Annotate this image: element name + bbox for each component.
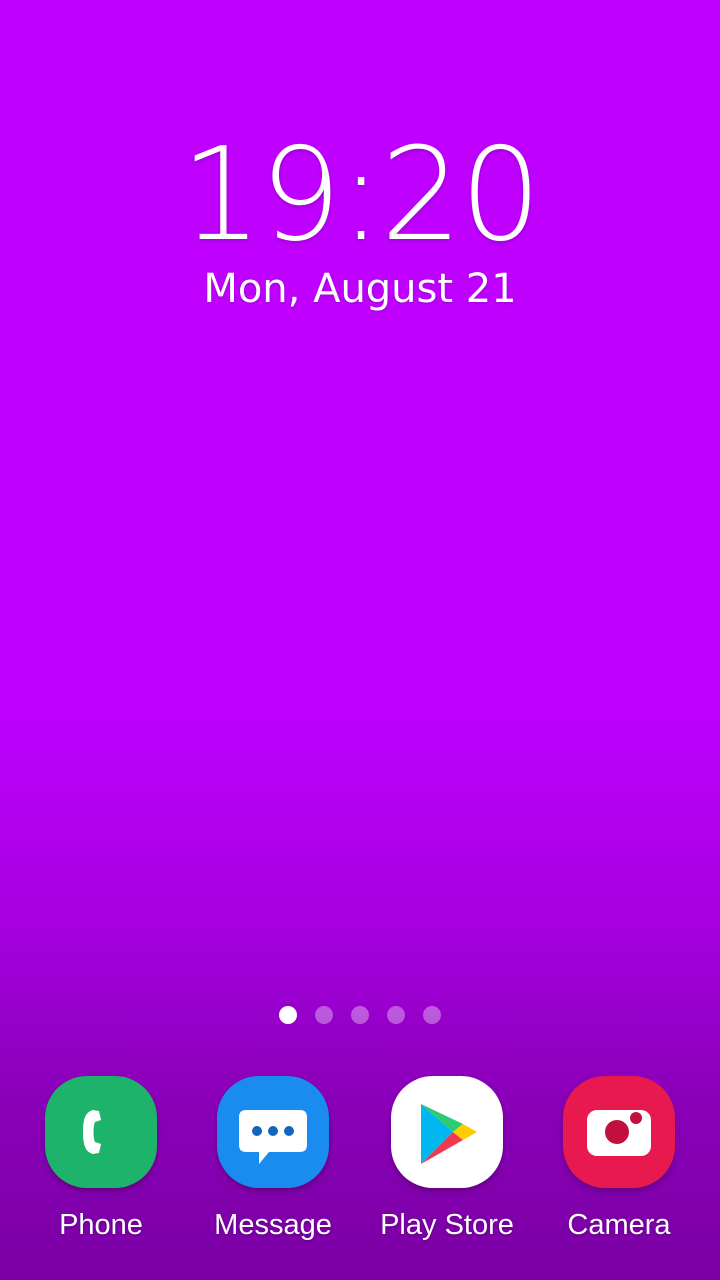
clock-date: Mon, August 21 [203,266,517,312]
camera-label: Camera [567,1209,671,1241]
message-app[interactable]: Message [188,1076,358,1242]
play-store-icon[interactable] [391,1076,503,1188]
page-dot-4[interactable] [387,1006,405,1024]
play-store-app[interactable]: Play Store [362,1076,532,1242]
page-indicator [0,1006,720,1024]
page-dot-5[interactable] [423,1006,441,1024]
phone-label: Phone [59,1209,143,1241]
page-dot-2[interactable] [315,1006,333,1024]
app-dock: Phone Message Play Store Camera [0,1076,720,1256]
message-label: Message [214,1209,332,1241]
camera-app[interactable]: Camera [534,1076,704,1242]
clock-time: 19:20 [180,121,542,270]
phone-app[interactable]: Phone [16,1076,186,1242]
camera-icon[interactable] [563,1076,675,1188]
message-icon[interactable] [217,1076,329,1188]
page-dot-3[interactable] [351,1006,369,1024]
page-dot-1[interactable] [279,1006,297,1024]
phone-icon[interactable] [45,1076,157,1188]
play-store-label: Play Store [380,1209,514,1241]
